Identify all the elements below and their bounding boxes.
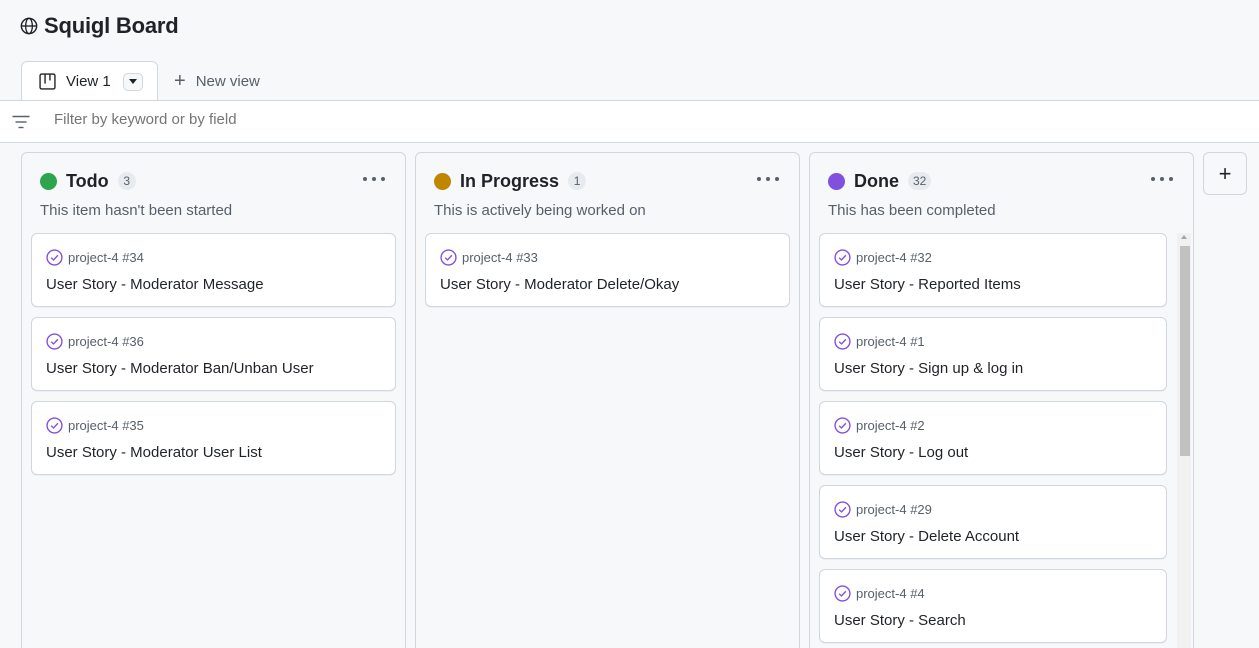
check-circle-icon [46, 416, 63, 434]
issue-card[interactable]: project-4 #34 User Story - Moderator Mes… [31, 233, 396, 307]
card-ref-text[interactable]: project-4 #36 [68, 334, 144, 349]
column-menu-button[interactable] [1151, 171, 1173, 187]
status-dot-icon [434, 172, 451, 190]
tab-label: View 1 [66, 73, 111, 90]
column-description: This item hasn't been started [40, 202, 233, 219]
card-list: project-4 #32 User Story - Reported Item… [819, 233, 1167, 648]
issue-card[interactable]: project-4 #33 User Story - Moderator Del… [425, 233, 790, 307]
item-count-badge: 1 [568, 172, 587, 190]
issue-card[interactable]: project-4 #4 User Story - Search [819, 569, 1167, 643]
board-icon [39, 73, 56, 90]
check-circle-icon [46, 248, 63, 266]
column-in-progress: In Progress 1 This is actively being wor… [415, 152, 800, 648]
issue-card[interactable]: project-4 #32 User Story - Reported Item… [819, 233, 1167, 307]
check-circle-icon [834, 248, 851, 266]
plus-icon: + [174, 70, 186, 92]
issue-card[interactable]: project-4 #2 User Story - Log out [819, 401, 1167, 475]
issue-card[interactable]: project-4 #35 User Story - Moderator Use… [31, 401, 396, 475]
tab-options-button[interactable] [122, 72, 143, 91]
tab-view-1[interactable]: View 1 [21, 61, 158, 102]
column-description: This is actively being worked on [434, 202, 646, 219]
column-title: In Progress [460, 170, 560, 191]
card-title[interactable]: User Story - Sign up & log in [834, 360, 1023, 377]
view-tabs: View 1 + New view [21, 61, 260, 102]
status-dot-icon [40, 172, 57, 190]
column-menu-button[interactable] [757, 171, 779, 187]
card-ref: project-4 #4 [834, 584, 925, 602]
new-view-label: New view [195, 72, 260, 90]
card-ref-text[interactable]: project-4 #2 [856, 418, 925, 433]
card-title[interactable]: User Story - Moderator User List [46, 444, 262, 461]
column-header: Todo 3 [40, 169, 136, 193]
status-dot-icon [828, 172, 845, 190]
card-ref-text[interactable]: project-4 #4 [856, 586, 925, 601]
column-description: This has been completed [828, 202, 996, 219]
card-ref-text[interactable]: project-4 #35 [68, 418, 144, 433]
board-title-row: Squigl Board [20, 12, 179, 40]
column-header: In Progress 1 [434, 169, 587, 193]
filter-input[interactable] [54, 111, 654, 128]
card-title[interactable]: User Story - Delete Account [834, 528, 1019, 545]
card-list: project-4 #34 User Story - Moderator Mes… [31, 233, 396, 485]
add-column-button[interactable]: + [1203, 152, 1247, 195]
check-circle-icon [834, 584, 851, 602]
card-ref: project-4 #29 [834, 500, 932, 518]
scroll-up-arrow-icon[interactable] [1181, 235, 1187, 239]
new-view-button[interactable]: + New view [158, 61, 260, 101]
column-title: Done [854, 170, 899, 191]
card-ref: project-4 #1 [834, 332, 925, 350]
card-ref-text[interactable]: project-4 #34 [68, 250, 144, 265]
column-scrollbar[interactable] [1177, 233, 1191, 648]
column-todo: Todo 3 This item hasn't been started pro… [21, 152, 406, 648]
column-title: Todo [66, 170, 109, 191]
card-ref-text[interactable]: project-4 #32 [856, 250, 932, 265]
card-ref: project-4 #33 [440, 248, 538, 266]
issue-card[interactable]: project-4 #36 User Story - Moderator Ban… [31, 317, 396, 391]
card-ref: project-4 #34 [46, 248, 144, 266]
item-count-badge: 3 [117, 172, 136, 190]
globe-icon [20, 17, 38, 35]
card-title[interactable]: User Story - Moderator Ban/Unban User [46, 360, 314, 377]
card-title[interactable]: User Story - Moderator Message [46, 276, 264, 293]
column-header: Done 32 [828, 169, 932, 193]
filter-bar [0, 100, 1259, 143]
card-title[interactable]: User Story - Moderator Delete/Okay [440, 276, 679, 293]
column-done: Done 32 This has been completed project-… [809, 152, 1194, 648]
caret-down-icon [128, 79, 137, 84]
card-title[interactable]: User Story - Reported Items [834, 276, 1021, 293]
item-count-badge: 32 [908, 172, 932, 190]
issue-card[interactable]: project-4 #1 User Story - Sign up & log … [819, 317, 1167, 391]
card-ref-text[interactable]: project-4 #29 [856, 502, 932, 517]
card-ref-text[interactable]: project-4 #1 [856, 334, 925, 349]
issue-card[interactable]: project-4 #29 User Story - Delete Accoun… [819, 485, 1167, 559]
check-circle-icon [834, 500, 851, 518]
scrollbar-thumb[interactable] [1180, 246, 1190, 456]
card-ref: project-4 #2 [834, 416, 925, 434]
check-circle-icon [834, 332, 851, 350]
card-ref-text[interactable]: project-4 #33 [462, 250, 538, 265]
check-circle-icon [440, 248, 457, 266]
card-title[interactable]: User Story - Search [834, 612, 966, 629]
card-ref: project-4 #35 [46, 416, 144, 434]
column-menu-button[interactable] [363, 171, 385, 187]
check-circle-icon [834, 416, 851, 434]
check-circle-icon [46, 332, 63, 350]
page-header: Squigl Board View 1 + New view [0, 0, 1259, 102]
card-ref: project-4 #32 [834, 248, 932, 266]
card-list: project-4 #33 User Story - Moderator Del… [425, 233, 790, 317]
card-ref: project-4 #36 [46, 332, 144, 350]
board-columns: Todo 3 This item hasn't been started pro… [0, 143, 1259, 648]
filter-icon[interactable] [12, 115, 30, 129]
card-title[interactable]: User Story - Log out [834, 444, 968, 461]
page-title: Squigl Board [44, 13, 179, 38]
